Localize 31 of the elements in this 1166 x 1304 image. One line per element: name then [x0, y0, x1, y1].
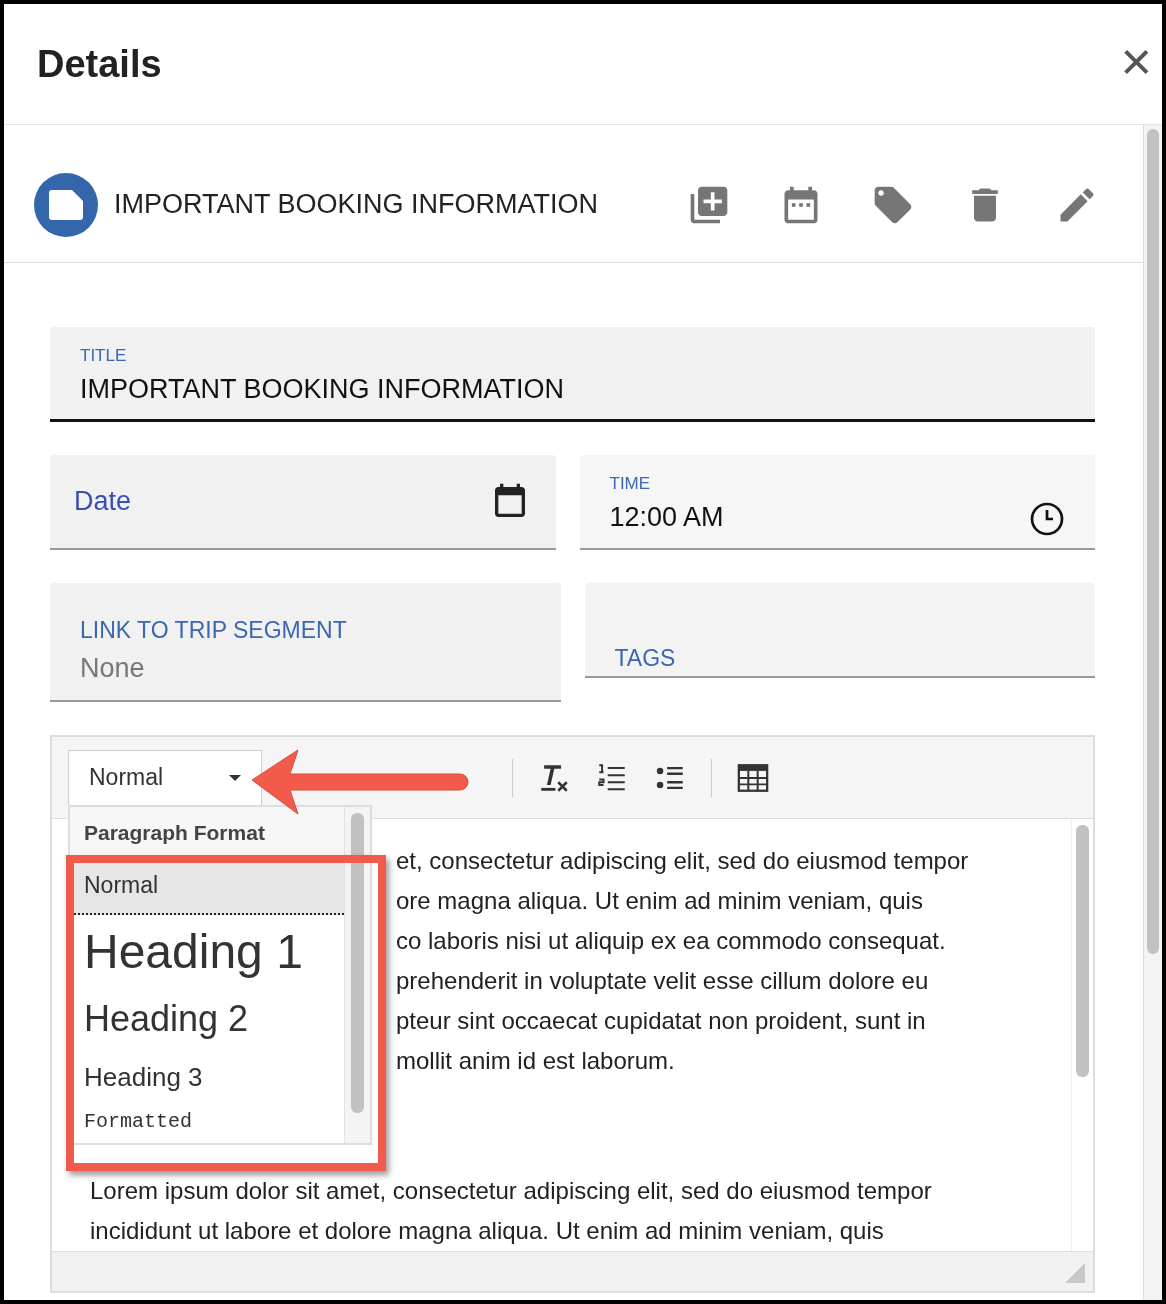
field-value: IMPORTANT BOOKING INFORMATION [80, 372, 566, 406]
resize-grip-icon[interactable] [1065, 1263, 1085, 1283]
text-line: incididunt ut labore et dolore magna aliqua. Ut enim ad minim veniam, quis [90, 1216, 885, 1246]
text-line: mollit anim id est laborum. [396, 1046, 676, 1076]
time-field[interactable]: TIME 12:00 AM [579, 455, 1095, 550]
date-field[interactable]: Date [50, 455, 556, 550]
field-value: 12:00 AM [609, 500, 724, 534]
note-title: IMPORTANT BOOKING INFORMATION [114, 188, 599, 222]
segment-select[interactable]: LINK TO TRIP SEGMENT None [50, 583, 561, 702]
scrollbar[interactable] [1143, 125, 1162, 1300]
text-line: Lorem ipsum dolor sit amet, consectetur adipiscing elit, sed do eiusmod tempor [90, 1176, 933, 1206]
field-label: LINK TO TRIP SEGMENT [80, 616, 348, 645]
field-placeholder: Date [74, 485, 132, 519]
menu-header: Paragraph Format [70, 807, 344, 857]
caret-icon [229, 774, 241, 781]
tags-field[interactable]: TAGS [584, 583, 1095, 678]
format-dropdown[interactable]: Normal [68, 749, 262, 806]
text-line: co laboris nisi ut aliquip ex ea commodo consequat. [396, 926, 947, 956]
text-line: prehenderit in voluptate velit esse cillum dolore eu [396, 966, 930, 996]
field-label: TAGS [614, 644, 677, 673]
text-line: pteur sint occaecat cupidatat non proident, sunt in [396, 1006, 927, 1036]
close-button[interactable]: × [1110, 34, 1162, 88]
field-value: None [80, 651, 146, 685]
scrollbar[interactable] [344, 807, 370, 1143]
text-field[interactable]: TITLE IMPORTANT BOOKING INFORMATION [50, 327, 1095, 422]
text-line: et, consectetur adipiscing elit, sed do eiusmod tempor [396, 846, 970, 876]
field-label: TIME [609, 473, 652, 495]
text-line: ore magna aliqua. Ut enim ad minim veniam, quis [396, 886, 924, 916]
clock-icon[interactable] [1029, 501, 1065, 537]
dialog-title: Details [37, 41, 162, 87]
field-label: TITLE [80, 345, 128, 367]
